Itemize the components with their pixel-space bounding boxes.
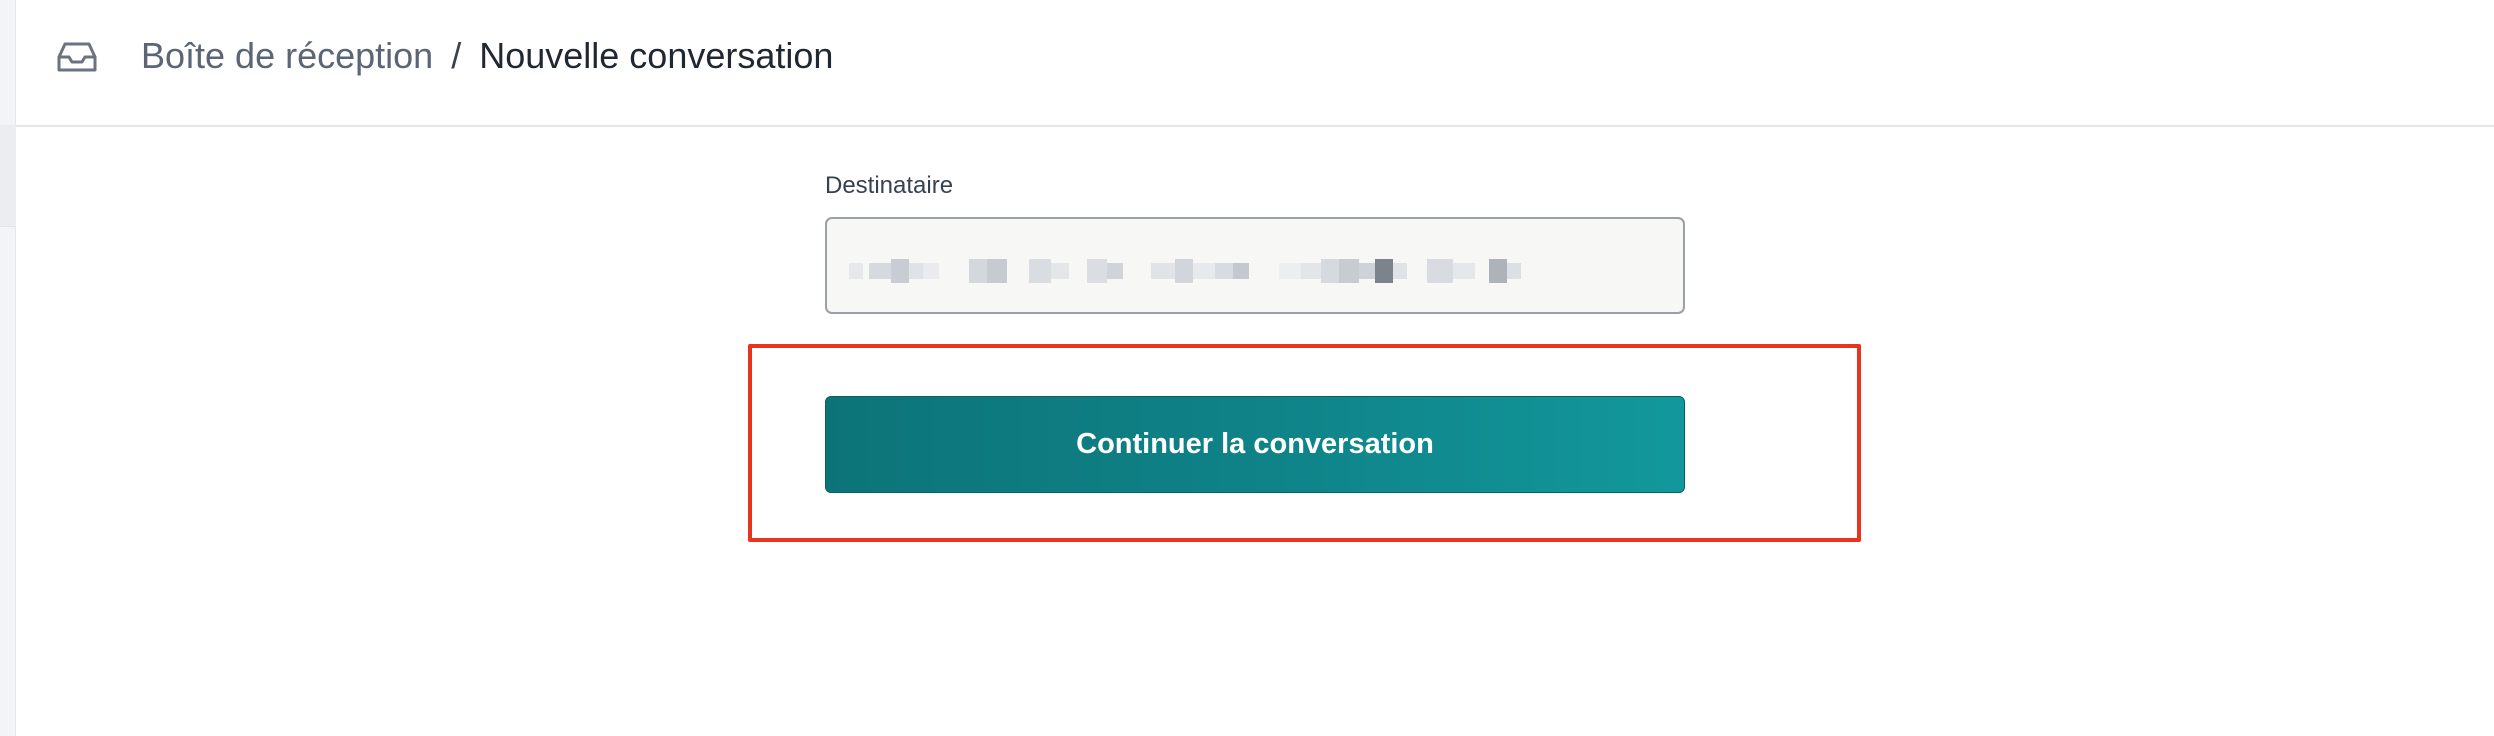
recipient-input[interactable] xyxy=(827,219,1683,312)
page-header: Boîte de réception / Nouvelle conversati… xyxy=(16,0,2494,127)
recipient-field[interactable] xyxy=(825,217,1685,314)
page-title: Nouvelle conversation xyxy=(479,35,834,76)
recipient-label: Destinataire xyxy=(825,172,954,199)
breadcrumb: Boîte de réception / Nouvelle conversati… xyxy=(141,33,833,79)
left-sidebar-edge xyxy=(0,0,16,736)
breadcrumb-separator: / xyxy=(451,35,462,76)
continue-conversation-button[interactable]: Continuer la conversation xyxy=(825,396,1685,493)
breadcrumb-inbox-link[interactable]: Boîte de réception xyxy=(141,33,433,79)
new-conversation-form: Destinataire xyxy=(825,170,1685,314)
inbox-icon[interactable] xyxy=(56,40,98,74)
sidebar-edge-section xyxy=(0,125,16,227)
